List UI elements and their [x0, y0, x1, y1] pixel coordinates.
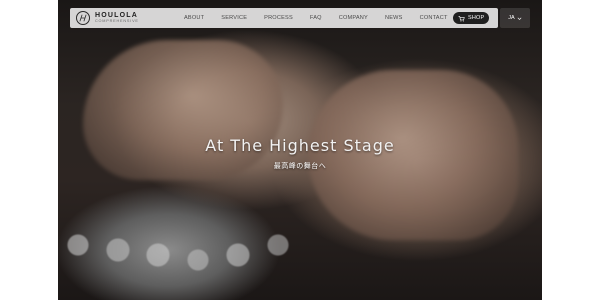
nav-item-process[interactable]: PROCESS — [264, 15, 293, 21]
nav-item-company[interactable]: COMPANY — [339, 15, 368, 21]
brand-mark-icon — [76, 11, 90, 25]
cart-icon — [458, 15, 465, 22]
page-frame: HOULOLA COMPREHENSIVE ABOUT SERVICE PROC… — [58, 0, 542, 300]
brand-logo[interactable]: HOULOLA COMPREHENSIVE — [76, 11, 139, 25]
nav-item-about[interactable]: ABOUT — [184, 15, 204, 21]
chevron-down-icon — [517, 17, 522, 20]
shop-button[interactable]: SHOP — [453, 12, 490, 24]
nav-item-faq[interactable]: FAQ — [310, 15, 322, 21]
language-selector[interactable]: JA — [500, 8, 530, 28]
shop-label: SHOP — [468, 15, 485, 21]
nav-menu: ABOUT SERVICE PROCESS FAQ COMPANY NEWS C… — [184, 8, 448, 28]
nav-item-news[interactable]: NEWS — [385, 15, 403, 21]
hero-title: At The Highest Stage — [205, 136, 395, 155]
hero-subtitle: 最高峰の舞台へ — [273, 163, 327, 170]
brand-subtitle: COMPREHENSIVE — [95, 19, 139, 24]
hero-hand-left — [83, 40, 283, 180]
language-label: JA — [508, 15, 515, 21]
nav-item-contact[interactable]: CONTACT — [420, 15, 448, 21]
brand-name: HOULOLA — [95, 12, 139, 20]
hero-jewelry-chain — [58, 210, 328, 300]
nav-item-service[interactable]: SERVICE — [221, 15, 247, 21]
brand-text: HOULOLA COMPREHENSIVE — [95, 12, 139, 24]
header-nav: HOULOLA COMPREHENSIVE ABOUT SERVICE PROC… — [70, 8, 530, 28]
hero-hand-right — [308, 70, 518, 240]
